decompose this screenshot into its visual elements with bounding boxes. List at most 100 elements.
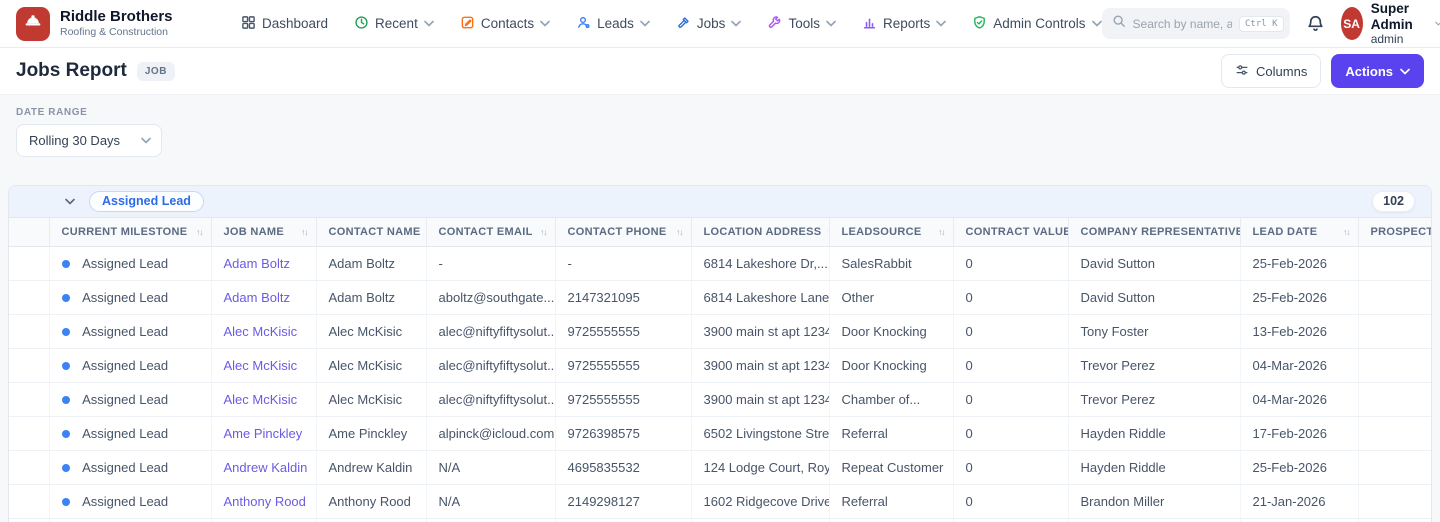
nav-item-admin-controls[interactable]: Admin Controls bbox=[972, 15, 1102, 33]
location-address: 3908 Oak Meadow Dr,... bbox=[691, 518, 830, 522]
table-row[interactable]: Assigned Lead Barbara Gornick Barbara Go… bbox=[9, 518, 1431, 522]
prospect bbox=[1358, 416, 1431, 451]
current-milestone: Assigned Lead bbox=[82, 392, 169, 408]
sort-icon[interactable]: ↑↓ bbox=[534, 227, 547, 237]
job-name-link[interactable]: Alec McKisic bbox=[224, 358, 298, 373]
leads-person-icon bbox=[576, 15, 591, 33]
job-name-link[interactable]: Alec McKisic bbox=[224, 324, 298, 339]
table-row[interactable]: Assigned Lead Alec McKisic Alec McKisic … bbox=[9, 314, 1431, 349]
column-header-prospect[interactable]: PROSPECT ↑↓ bbox=[1358, 217, 1431, 247]
table-row[interactable]: Assigned Lead Alec McKisic Alec McKisic … bbox=[9, 382, 1431, 417]
job-name-link[interactable]: Adam Boltz bbox=[224, 290, 290, 305]
actions-button[interactable]: Actions bbox=[1331, 54, 1424, 88]
admin-shield-icon bbox=[972, 15, 987, 33]
group-milestone-pill[interactable]: Assigned Lead bbox=[89, 191, 204, 212]
lead-date: 25-Feb-2026 bbox=[1240, 280, 1359, 315]
nav-item-contacts[interactable]: Contacts bbox=[460, 15, 550, 33]
location-address: 3900 main st apt 1234,... bbox=[691, 348, 830, 383]
table-row[interactable]: Assigned Lead Anthony Rood Anthony Rood … bbox=[9, 484, 1431, 519]
job-name-link[interactable]: Andrew Kaldin bbox=[224, 460, 308, 475]
prospect bbox=[1358, 518, 1431, 522]
columns-button[interactable]: Columns bbox=[1221, 54, 1322, 88]
sort-icon[interactable]: ↑↓ bbox=[190, 227, 203, 237]
milestone-dot bbox=[61, 328, 70, 337]
prospect bbox=[1358, 246, 1431, 281]
date-range-select[interactable]: Rolling 30 Days bbox=[16, 124, 162, 157]
nav-item-tools[interactable]: Tools bbox=[767, 15, 836, 33]
current-milestone: Assigned Lead bbox=[82, 358, 169, 374]
sliders-icon bbox=[1235, 63, 1249, 80]
contact-email: alec@niftyfiftysolut... bbox=[426, 348, 556, 383]
sort-icon[interactable]: ↑↓ bbox=[1337, 227, 1350, 237]
table-row[interactable]: Assigned Lead Adam Boltz Adam Boltz abol… bbox=[9, 280, 1431, 315]
job-name-link[interactable]: Anthony Rood bbox=[224, 494, 306, 509]
contact-name: Adam Boltz bbox=[316, 280, 427, 315]
job-name-link[interactable]: Ame Pinckley bbox=[224, 426, 303, 441]
current-milestone: Assigned Lead bbox=[82, 426, 169, 442]
location-address: 3900 main st apt 1234,... bbox=[691, 314, 830, 349]
contact-phone: 9726398575 bbox=[555, 416, 692, 451]
column-header-lead_source[interactable]: LEADSOURCE ↑↓ bbox=[829, 217, 954, 247]
column-header-milestone[interactable]: CURRENT MILESTONE ↑↓ bbox=[49, 217, 212, 247]
table-row[interactable]: Assigned Lead Andrew Kaldin Andrew Kaldi… bbox=[9, 450, 1431, 485]
lead-date: 25-Feb-2026 bbox=[1240, 246, 1359, 281]
contacts-icon bbox=[460, 15, 475, 33]
sort-icon[interactable]: ↑↓ bbox=[421, 227, 426, 237]
lead-date: 04-Mar-2026 bbox=[1240, 382, 1359, 417]
nav-item-recent[interactable]: Recent bbox=[354, 15, 434, 33]
lead-source: Repeat Customer bbox=[829, 450, 954, 485]
location-address: 3900 main st apt 1234,... bbox=[691, 382, 830, 417]
prospect bbox=[1358, 450, 1431, 485]
blank-header-cell bbox=[9, 217, 50, 247]
column-header-job_name[interactable]: JOB NAME ↑↓ bbox=[211, 217, 317, 247]
contact-phone: 4695835532 bbox=[555, 450, 692, 485]
column-header-contact_name[interactable]: CONTACT NAME ↑↓ bbox=[316, 217, 427, 247]
user-menu[interactable]: SA Super Admin admin bbox=[1340, 1, 1440, 46]
nav-item-dashboard[interactable]: Dashboard bbox=[241, 15, 328, 33]
contact-email: alec@niftyfiftysolut... bbox=[426, 314, 556, 349]
sort-icon[interactable]: ↑↓ bbox=[821, 227, 828, 237]
table-row[interactable]: Assigned Lead Adam Boltz Adam Boltz - - … bbox=[9, 246, 1431, 281]
lead-date: 06-Mar-2026 bbox=[1240, 518, 1359, 522]
table-row[interactable]: Assigned Lead Ame Pinckley Ame Pinckley … bbox=[9, 416, 1431, 451]
nav-item-jobs[interactable]: Jobs bbox=[676, 15, 742, 33]
contact-email: N/A bbox=[426, 484, 556, 519]
column-header-contact_email[interactable]: CONTACT EMAIL ↑↓ bbox=[426, 217, 556, 247]
job-name-link[interactable]: Adam Boltz bbox=[224, 256, 290, 271]
company-representative: Tony Foster bbox=[1068, 314, 1241, 349]
prospect bbox=[1358, 280, 1431, 315]
chevron-down-icon bbox=[141, 137, 151, 144]
sort-icon[interactable]: ↑↓ bbox=[670, 227, 683, 237]
chevron-down-icon bbox=[1434, 21, 1440, 26]
contract-value: 0 bbox=[953, 416, 1069, 451]
search-input[interactable] bbox=[1132, 16, 1233, 31]
contract-value: 0 bbox=[953, 450, 1069, 485]
milestone-dot bbox=[61, 260, 70, 269]
current-milestone: Assigned Lead bbox=[82, 290, 169, 306]
table-header-row: CURRENT MILESTONE ↑↓ JOB NAME ↑↓ CONTACT… bbox=[9, 217, 1431, 247]
lead-source: Referral bbox=[829, 484, 954, 519]
global-search[interactable]: Ctrl K bbox=[1101, 8, 1290, 39]
table-row[interactable]: Assigned Lead Alec McKisic Alec McKisic … bbox=[9, 348, 1431, 383]
lead-date: 21-Jan-2026 bbox=[1240, 484, 1359, 519]
contact-phone: 9725555555 bbox=[555, 314, 692, 349]
nav-item-reports[interactable]: Reports bbox=[862, 15, 947, 33]
column-header-company_representative[interactable]: COMPANY REPRESENTATIVE ↑↓ bbox=[1068, 217, 1241, 247]
company-representative: David Sutton bbox=[1068, 280, 1241, 315]
column-header-lead_date[interactable]: LEAD DATE ↑↓ bbox=[1240, 217, 1359, 247]
column-header-location_address[interactable]: LOCATION ADDRESS ↑↓ bbox=[691, 217, 830, 247]
job-name-link[interactable]: Alec McKisic bbox=[224, 392, 298, 407]
nav-item-leads[interactable]: Leads bbox=[576, 15, 650, 33]
column-header-contact_phone[interactable]: CONTACT PHONE ↑↓ bbox=[555, 217, 692, 247]
contact-phone: 9725555555 bbox=[555, 348, 692, 383]
brand[interactable]: Riddle Brothers Roofing & Construction bbox=[16, 6, 241, 41]
sort-icon[interactable]: ↑↓ bbox=[932, 227, 945, 237]
contact-email bbox=[426, 518, 556, 522]
column-header-contract_value[interactable]: CONTRACT VALUE ↑↓ bbox=[953, 217, 1069, 247]
notifications-bell-icon[interactable] bbox=[1306, 14, 1325, 33]
tools-wrench-icon bbox=[767, 15, 782, 33]
contact-phone: 9725555555 bbox=[555, 382, 692, 417]
sort-icon[interactable]: ↑↓ bbox=[295, 227, 308, 237]
collapse-chevron-icon[interactable] bbox=[65, 198, 75, 205]
hard-hat-icon bbox=[23, 11, 43, 36]
